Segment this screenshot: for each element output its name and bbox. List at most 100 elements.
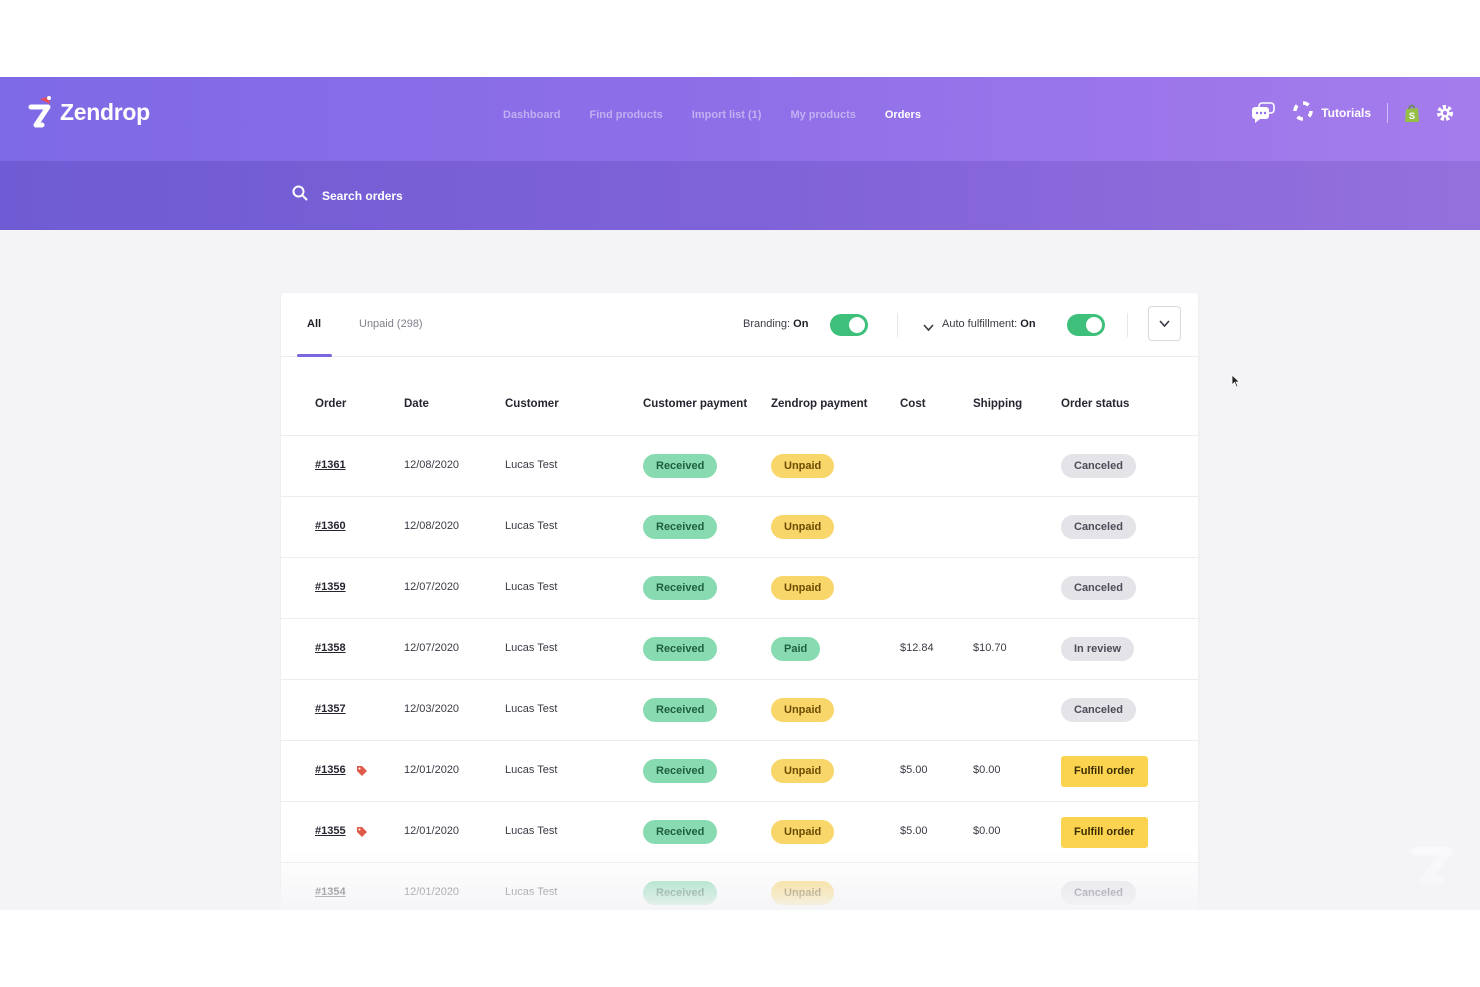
column-header-shipping[interactable]: Shipping [973,398,1022,410]
order-number-link[interactable]: #1357 [315,703,346,715]
order-date: 12/07/2020 [404,581,460,593]
table-header: Order Date Customer Customer payment Zen… [281,357,1198,436]
customer-payment-badge: Received [643,515,718,539]
zendrop-logo-icon [28,95,54,129]
chevron-down-icon [1159,315,1170,333]
zendrop-payment-badge: Unpaid [771,698,835,722]
nav-dashboard[interactable]: Dashboard [503,109,560,121]
customer-name: Lucas Test [505,642,558,654]
customer-payment-badge: Received [643,759,718,783]
gear-icon[interactable] [1436,104,1454,122]
nav-my-products[interactable]: My products [790,109,855,121]
zendrop-watermark-icon [1410,837,1456,894]
customer-payment-badge: Received [643,698,718,722]
lifebuoy-icon [1293,101,1313,124]
customer-payment-badge: Received [643,454,718,478]
search-input[interactable] [322,188,622,203]
cost-value: $5.00 [900,764,928,776]
customer-name: Lucas Test [505,520,558,532]
shopify-bag-icon[interactable]: S [1404,103,1420,123]
branding-toggle[interactable] [830,314,868,336]
table-body: #1361 12/08/2020 Lucas Test Received Unp… [281,436,1198,910]
chat-bubbles-icon[interactable] [1251,101,1277,124]
shipping-value: $0.00 [973,825,1001,837]
orders-card: All Unpaid (298) Branding: On Auto fulfi… [281,293,1198,910]
top-navigation-bar: Zendrop Dashboard Find products Import l… [0,77,1480,161]
fulfill-order-button[interactable]: Fulfill order [1061,756,1148,787]
customer-name: Lucas Test [505,581,558,593]
order-date: 12/01/2020 [404,825,460,837]
column-header-cost[interactable]: Cost [900,398,926,410]
tutorials-label: Tutorials [1321,105,1371,120]
column-header-order-status[interactable]: Order status [1061,398,1129,410]
tab-unpaid[interactable]: Unpaid (298) [359,318,423,330]
svg-text:S: S [1409,111,1415,121]
zendrop-payment-badge: Unpaid [771,881,835,905]
shipping-value: $10.70 [973,642,1007,654]
customer-name: Lucas Test [505,764,558,776]
zendrop-payment-badge: Unpaid [771,454,835,478]
customer-name: Lucas Test [505,459,558,471]
nav-orders[interactable]: Orders [885,109,921,121]
customer-name: Lucas Test [505,703,558,715]
logo[interactable]: Zendrop [28,95,150,129]
tag-icon [356,825,368,837]
table-row[interactable]: #1361 12/08/2020 Lucas Test Received Unp… [281,436,1198,497]
nav-import-list[interactable]: Import list (1) [692,109,762,121]
order-number-link[interactable]: #1359 [315,581,346,593]
order-date: 12/08/2020 [404,459,460,471]
auto-fulfillment-toggle[interactable] [1067,314,1105,336]
search-field [292,185,622,206]
order-status-badge: Canceled [1061,698,1136,722]
order-number-link[interactable]: #1356 [315,764,346,776]
table-row[interactable]: #1359 12/07/2020 Lucas Test Received Unp… [281,558,1198,619]
customer-payment-badge: Received [643,637,718,661]
nav-find-products[interactable]: Find products [589,109,662,121]
table-row[interactable]: #1354 12/01/2020 Lucas Test Received Unp… [281,863,1198,910]
order-status-badge: Canceled [1061,576,1136,600]
order-date: 12/07/2020 [404,642,460,654]
order-number-link[interactable]: #1360 [315,520,346,532]
column-header-order[interactable]: Order [315,398,346,410]
column-header-zendrop-payment[interactable]: Zendrop payment [771,398,867,410]
auto-fulfillment-label: Auto fulfillment: On [942,318,1036,330]
tutorials-button[interactable]: Tutorials [1293,101,1371,124]
column-header-date[interactable]: Date [404,398,429,410]
divider [1127,313,1128,337]
table-row[interactable]: #1357 12/03/2020 Lucas Test Received Unp… [281,680,1198,741]
column-header-customer[interactable]: Customer [505,398,559,410]
header-actions: Tutorials S [1251,101,1454,124]
search-bar [0,161,1480,230]
order-number-link[interactable]: #1361 [315,459,346,471]
table-row[interactable]: #1356 12/01/2020 Lucas Test Received Unp… [281,741,1198,802]
table-row[interactable]: #1360 12/08/2020 Lucas Test Received Unp… [281,497,1198,558]
order-status-badge: In review [1061,637,1135,661]
order-date: 12/01/2020 [404,764,460,776]
customer-name: Lucas Test [505,886,558,898]
order-status-badge: Canceled [1061,515,1136,539]
fulfill-order-button[interactable]: Fulfill order [1061,817,1148,848]
table-row[interactable]: #1358 12/07/2020 Lucas Test Received Pai… [281,619,1198,680]
chevron-down-icon[interactable] [923,319,934,337]
order-number-link[interactable]: #1358 [315,642,346,654]
order-date: 12/08/2020 [404,520,460,532]
branding-label: Branding: On [743,318,809,330]
table-row[interactable]: #1355 12/01/2020 Lucas Test Received Unp… [281,802,1198,863]
more-options-dropdown[interactable] [1148,306,1181,341]
customer-payment-badge: Received [643,820,718,844]
tab-all[interactable]: All [307,318,321,330]
order-number-link[interactable]: #1354 [315,886,346,898]
column-header-customer-payment[interactable]: Customer payment [643,398,747,410]
divider [1387,102,1388,123]
tag-icon [356,764,368,776]
brand-name: Zendrop [60,98,150,125]
shipping-value: $0.00 [973,764,1001,776]
order-number-link[interactable]: #1355 [315,825,346,837]
order-date: 12/03/2020 [404,703,460,715]
cost-value: $12.84 [900,642,934,654]
customer-payment-badge: Received [643,576,718,600]
zendrop-payment-badge: Unpaid [771,515,835,539]
zendrop-payment-badge: Unpaid [771,759,835,783]
search-icon[interactable] [292,185,308,206]
zendrop-payment-badge: Paid [771,637,821,661]
